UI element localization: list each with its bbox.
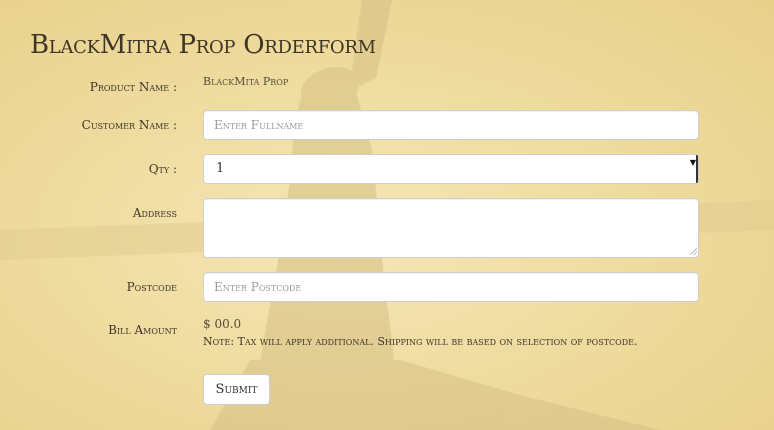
- textarea-resize-handle[interactable]: [690, 248, 697, 255]
- chevron-down-icon[interactable]: ▼: [690, 158, 696, 167]
- customer-name-input[interactable]: [203, 110, 699, 140]
- qty-selected-value: 1: [216, 161, 225, 176]
- address-textarea[interactable]: [203, 198, 699, 258]
- product-name-value: BlackMita Prop: [203, 75, 289, 88]
- product-name-label: Product Name :: [89, 80, 177, 94]
- customer-name-label: Customer Name :: [81, 118, 177, 132]
- postcode-label: Postcode: [126, 280, 177, 294]
- bill-amount-label: Bill Amount: [108, 323, 177, 337]
- submit-button[interactable]: Submit: [203, 374, 270, 405]
- postcode-input[interactable]: [203, 272, 699, 302]
- address-label: Address: [132, 206, 177, 220]
- qty-select-edge: [696, 155, 698, 183]
- tax-shipping-note: Note: Tax will apply additional. Shippin…: [203, 335, 638, 348]
- qty-select[interactable]: 1 ▼: [203, 154, 699, 184]
- qty-label: Qty :: [148, 162, 177, 176]
- page-title: BlackMitra Prop Orderform: [30, 30, 376, 60]
- bill-amount-value: $ 00.0: [203, 317, 242, 331]
